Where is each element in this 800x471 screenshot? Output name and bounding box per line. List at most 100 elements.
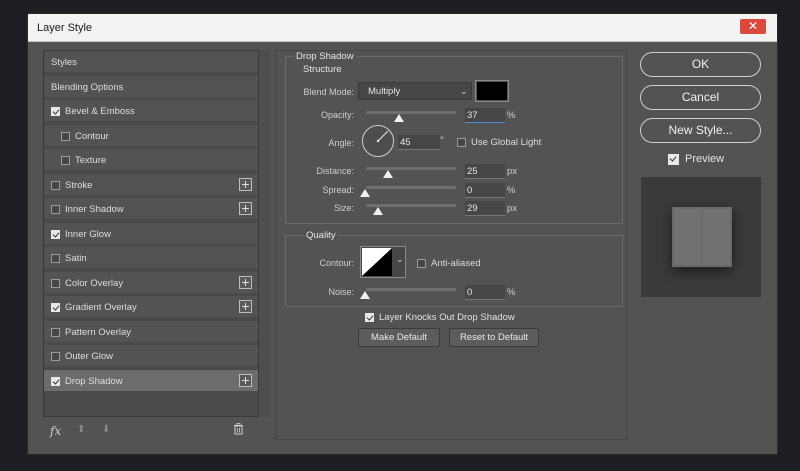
size-unit: px bbox=[507, 203, 518, 214]
spread-unit: % bbox=[507, 185, 516, 196]
noise-input[interactable]: 0 bbox=[465, 285, 505, 300]
spread-label: Spread: bbox=[322, 185, 354, 195]
use-global-light-label: Use Global Light bbox=[471, 137, 542, 148]
spread-input[interactable]: 0 bbox=[465, 183, 505, 198]
styles-list: Styles Blending Options Bevel & Emboss Cont… bbox=[43, 50, 259, 417]
use-global-light-checkbox[interactable] bbox=[457, 138, 466, 147]
drop-shadow-checkbox[interactable] bbox=[51, 376, 60, 386]
structure-title: Structure bbox=[303, 64, 342, 75]
distance-input[interactable]: 25 bbox=[465, 164, 505, 179]
dialog-title: Layer Style bbox=[37, 22, 93, 34]
style-item-drop-shadow[interactable]: Drop Shadow bbox=[44, 369, 258, 393]
style-item-inner-glow[interactable]: Inner Glow bbox=[44, 222, 258, 246]
pattern-overlay-label: Pattern Overlay bbox=[65, 326, 131, 338]
distance-label: Distance: bbox=[316, 166, 354, 176]
add-inner-shadow-icon[interactable] bbox=[239, 202, 252, 215]
contour-checkbox[interactable] bbox=[61, 131, 70, 141]
section-title: Drop Shadow bbox=[294, 51, 356, 62]
angle-dial[interactable] bbox=[361, 124, 395, 158]
inner-shadow-label: Inner Shadow bbox=[65, 204, 124, 215]
cancel-button[interactable]: Cancel bbox=[640, 85, 761, 110]
style-item-bevel-emboss[interactable]: Bevel & Emboss bbox=[44, 100, 258, 123]
style-item-pattern-overlay[interactable]: Pattern Overlay bbox=[44, 320, 258, 344]
add-stroke-icon[interactable] bbox=[239, 177, 252, 191]
distance-slider-track[interactable] bbox=[366, 167, 456, 170]
styles-label: Styles bbox=[51, 57, 77, 68]
opacity-label: Opacity: bbox=[320, 110, 354, 120]
blend-mode-select[interactable]: Multiply ⌄ bbox=[358, 82, 472, 100]
styles-list-scrollbar[interactable] bbox=[259, 50, 270, 417]
opacity-slider-track[interactable] bbox=[366, 111, 456, 114]
chevron-down-icon: ⌄ bbox=[396, 254, 404, 264]
spread-slider-track[interactable] bbox=[366, 186, 456, 189]
fx-icon[interactable]: fx bbox=[50, 424, 61, 438]
distance-slider-thumb[interactable] bbox=[383, 170, 393, 178]
close-icon: ✕ bbox=[747, 19, 759, 33]
close-button[interactable]: ✕ bbox=[740, 19, 766, 34]
color-overlay-label: Color Overlay bbox=[65, 277, 124, 289]
chevron-down-icon: ⌄ bbox=[460, 86, 468, 96]
preview-label: Preview bbox=[685, 153, 725, 165]
style-item-blending-options[interactable]: Blending Options bbox=[44, 75, 258, 99]
preview-left-half bbox=[674, 209, 701, 265]
add-color-overlay-icon[interactable] bbox=[239, 275, 252, 289]
pattern-overlay-checkbox[interactable] bbox=[51, 327, 60, 337]
new-style-button[interactable]: New Style... bbox=[640, 118, 761, 143]
inner-glow-label: Inner Glow bbox=[65, 228, 111, 240]
reset-to-default-button[interactable]: Reset to Default bbox=[449, 328, 539, 347]
outer-glow-checkbox[interactable] bbox=[51, 352, 60, 361]
add-drop-shadow-icon[interactable] bbox=[239, 373, 252, 387]
move-down-icon[interactable]: ⬇ bbox=[102, 424, 110, 435]
color-overlay-checkbox[interactable] bbox=[51, 278, 60, 288]
anti-aliased-checkbox[interactable] bbox=[417, 259, 426, 268]
bevel-emboss-checkbox[interactable] bbox=[51, 107, 60, 116]
noise-slider-thumb[interactable] bbox=[360, 291, 370, 299]
opacity-input[interactable]: 37 bbox=[465, 108, 505, 123]
style-item-satin[interactable]: Satin bbox=[44, 247, 258, 270]
trash-icon[interactable] bbox=[233, 423, 244, 438]
move-up-icon[interactable]: ⬆ bbox=[77, 424, 85, 435]
style-item-contour[interactable]: Contour bbox=[44, 124, 258, 148]
blending-options-label: Blending Options bbox=[51, 81, 124, 93]
add-gradient-overlay-icon[interactable] bbox=[239, 300, 252, 313]
stroke-label: Stroke bbox=[65, 179, 93, 191]
style-item-color-overlay[interactable]: Color Overlay bbox=[44, 271, 258, 295]
bevel-emboss-label: Bevel & Emboss bbox=[65, 106, 135, 117]
knocks-out-label: Layer Knocks Out Drop Shadow bbox=[379, 312, 515, 323]
gradient-overlay-label: Gradient Overlay bbox=[65, 302, 137, 313]
style-item-outer-glow[interactable]: Outer Glow bbox=[44, 345, 258, 368]
satin-checkbox[interactable] bbox=[51, 254, 60, 263]
preview-thumbnail bbox=[672, 207, 732, 267]
noise-slider-track[interactable] bbox=[366, 288, 456, 291]
blend-mode-label: Blend Mode: bbox=[303, 87, 354, 97]
shadow-color-fill bbox=[477, 82, 507, 100]
outer-glow-label: Outer Glow bbox=[65, 351, 114, 362]
contour-picker[interactable]: ⌄ bbox=[360, 246, 406, 278]
knocks-out-checkbox[interactable] bbox=[365, 313, 374, 322]
layer-style-dialog: Layer Style ✕ Styles Blending Options Beve… bbox=[27, 13, 778, 455]
style-item-inner-shadow[interactable]: Inner Shadow bbox=[44, 198, 258, 221]
inner-glow-checkbox[interactable] bbox=[51, 229, 60, 239]
ok-button[interactable]: OK bbox=[640, 52, 761, 77]
angle-input[interactable]: 45 bbox=[398, 135, 440, 150]
style-item-gradient-overlay[interactable]: Gradient Overlay bbox=[44, 296, 258, 319]
texture-checkbox[interactable] bbox=[61, 156, 70, 165]
inner-shadow-checkbox[interactable] bbox=[51, 205, 60, 214]
size-input[interactable]: 29 bbox=[465, 201, 505, 216]
title-bar[interactable]: Layer Style ✕ bbox=[28, 14, 777, 42]
shadow-color-swatch[interactable] bbox=[475, 80, 509, 102]
preview-checkbox[interactable] bbox=[668, 154, 679, 165]
spread-slider-thumb[interactable] bbox=[360, 189, 370, 197]
angle-unit: ° bbox=[440, 135, 444, 146]
make-default-button[interactable]: Make Default bbox=[358, 328, 440, 347]
opacity-slider-thumb[interactable] bbox=[394, 114, 404, 122]
size-slider-thumb[interactable] bbox=[373, 207, 383, 215]
drop-shadow-label: Drop Shadow bbox=[65, 375, 123, 387]
style-item-texture[interactable]: Texture bbox=[44, 149, 258, 172]
stroke-checkbox[interactable] bbox=[51, 180, 60, 190]
style-item-styles[interactable]: Styles bbox=[44, 51, 258, 74]
contour-label: Contour bbox=[75, 130, 109, 142]
gradient-overlay-checkbox[interactable] bbox=[51, 303, 60, 312]
style-item-stroke[interactable]: Stroke bbox=[44, 173, 258, 197]
quality-title: Quality bbox=[304, 230, 338, 241]
